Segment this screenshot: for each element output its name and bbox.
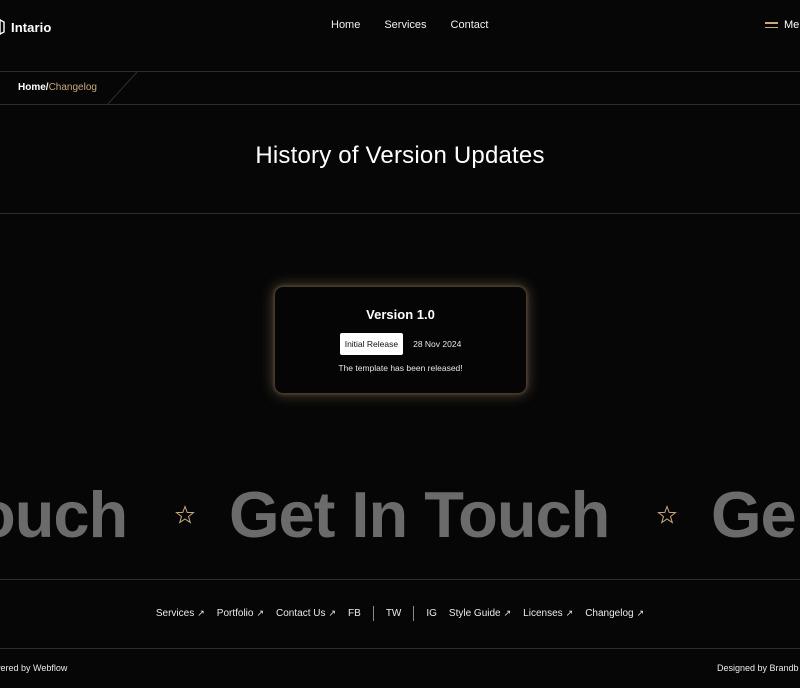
breadcrumb-home[interactable]: Home: [18, 82, 46, 93]
footer-links: Services ↗ Portfolio ↗ Contact Us ↗ FB TW I…: [0, 606, 800, 621]
release-description: The template has been released!: [338, 363, 463, 373]
marquee-text: Ge: [711, 478, 797, 551]
footer-link-contact[interactable]: Contact Us ↗: [276, 608, 336, 619]
marquee-text: Get In Touch: [229, 478, 610, 551]
section-divider: [0, 213, 800, 214]
footer-bottom-divider: [0, 648, 800, 649]
logo-mark-icon: [0, 19, 5, 35]
arrow-up-right-icon: ↗: [565, 608, 574, 618]
brand-name: Intario: [11, 19, 52, 35]
arrow-up-right-icon: ↗: [197, 608, 205, 618]
menu-button[interactable]: Mer: [765, 19, 800, 31]
arrow-up-right-icon: ↗: [328, 608, 337, 618]
footer-link-changelog[interactable]: Changelog ↗: [585, 608, 644, 619]
get-in-touch-marquee[interactable]: ouch Get In Touch Ge: [0, 470, 800, 560]
footer-link-services[interactable]: Services ↗: [156, 608, 205, 619]
release-tag: Initial Release: [339, 333, 404, 355]
star-icon: [175, 505, 195, 524]
footer-link-fb[interactable]: FB: [348, 608, 361, 619]
changelog-card: Version 1.0 Initial Release 28 Nov 2024 …: [275, 287, 526, 393]
version-title: Version 1.0: [366, 307, 435, 322]
footer-link-style-guide[interactable]: Style Guide ↗: [449, 608, 511, 619]
brand-logo[interactable]: Intario: [0, 17, 51, 37]
breadcrumb: Home/Changelog: [18, 82, 97, 93]
page-title: History of Version Updates: [255, 142, 545, 169]
release-date: 28 Nov 2024: [413, 339, 462, 349]
powered-by-link[interactable]: wered by Webflow: [0, 663, 67, 673]
nav-home[interactable]: Home: [331, 19, 360, 31]
marquee-text: ouch: [0, 478, 128, 551]
site-header: Intario Home Services Contact Mer: [0, 0, 800, 72]
breadcrumb-current: Changelog: [48, 82, 97, 93]
footer-link-ig[interactable]: IG: [426, 608, 437, 619]
arrow-up-right-icon: ↗: [503, 608, 512, 618]
link-label: Contact Us: [276, 608, 326, 619]
breadcrumb-divider: [106, 72, 138, 105]
footer-divider: [0, 579, 800, 580]
designed-by-link[interactable]: Designed by Brandb: [717, 663, 799, 673]
version-meta: Initial Release 28 Nov 2024: [275, 333, 526, 355]
nav-services[interactable]: Services: [384, 19, 426, 31]
arrow-up-right-icon: ↗: [636, 608, 645, 618]
link-label: TW: [385, 608, 402, 619]
link-label: Services: [155, 608, 195, 619]
footer-separator: [372, 606, 374, 621]
footer-link-tw[interactable]: TW: [386, 608, 402, 619]
footer-link-licenses[interactable]: Licenses ↗: [523, 608, 573, 619]
nav-contact[interactable]: Contact: [451, 19, 489, 31]
link-label: IG: [426, 608, 437, 619]
menu-label: Mer: [784, 19, 800, 31]
footer-link-portfolio[interactable]: Portfolio ↗: [217, 608, 264, 619]
star-icon: [657, 505, 677, 524]
link-label: Changelog: [585, 608, 634, 619]
link-label: FB: [348, 608, 361, 619]
main-nav: Home Services Contact: [331, 19, 488, 31]
link-label: Licenses: [523, 608, 563, 619]
arrow-up-right-icon: ↗: [256, 608, 265, 618]
hamburger-icon: [765, 22, 778, 28]
footer-separator: [413, 606, 415, 621]
link-label: Portfolio: [216, 608, 254, 619]
link-label: Style Guide: [448, 608, 501, 619]
